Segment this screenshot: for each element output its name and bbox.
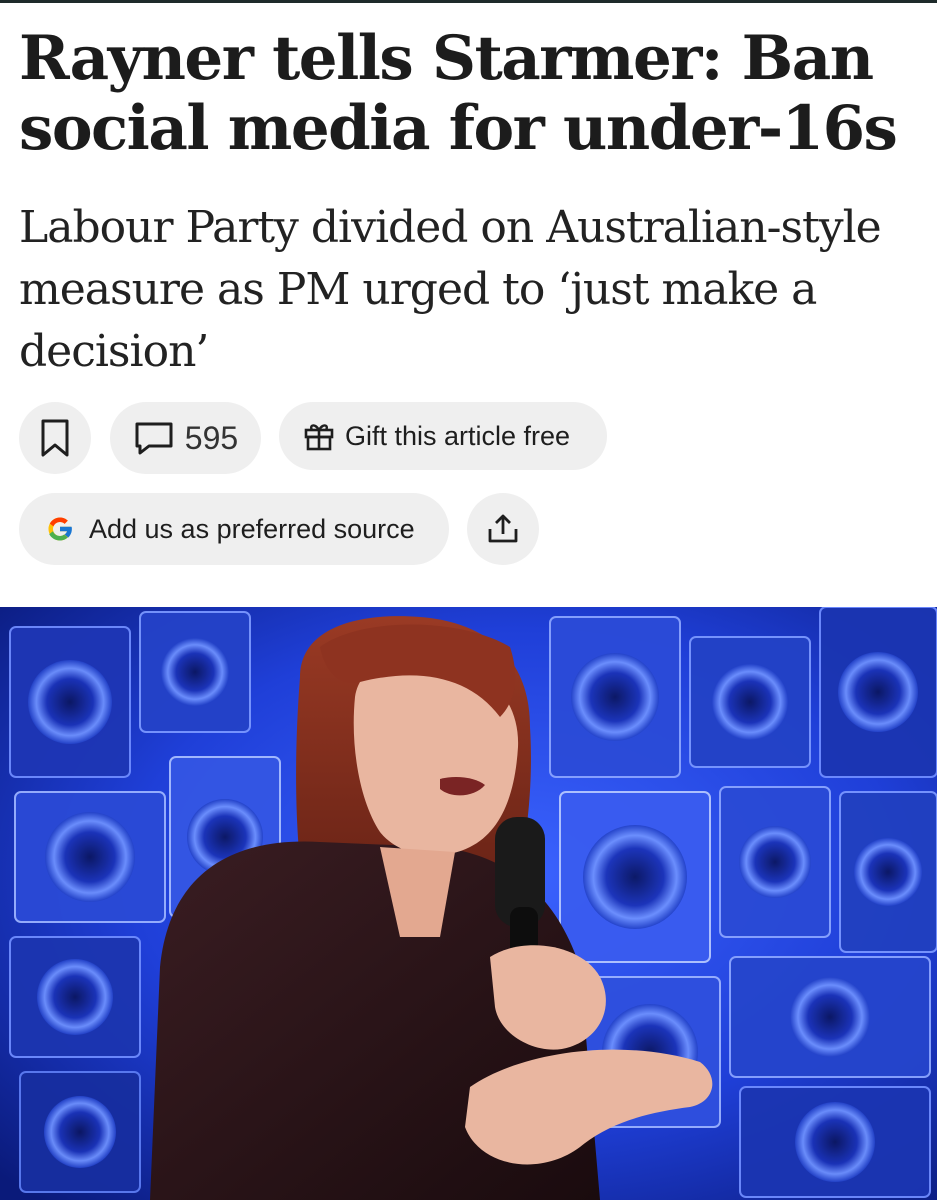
preferred-source-button[interactable]: Add us as preferred source	[19, 493, 449, 565]
comment-count: 595	[184, 419, 239, 456]
gift-article-button[interactable]: Gift this article free	[279, 402, 607, 470]
article-standfirst: Labour Party divided on Australian-style…	[19, 202, 882, 377]
gift-article-label: Gift this article free	[345, 420, 571, 451]
comments-button[interactable]: 595	[110, 402, 261, 474]
top-rule	[0, 0, 937, 3]
share-upload-icon	[486, 512, 520, 546]
google-g-icon	[45, 514, 75, 544]
article-headline: Rayner tells Starmer: Ban social media f…	[19, 23, 898, 164]
preferred-source-label: Add us as preferred source	[89, 513, 415, 544]
gift-icon	[303, 420, 335, 452]
bookmark-icon	[38, 418, 72, 458]
bookmark-button[interactable]	[19, 402, 91, 474]
share-button[interactable]	[467, 493, 539, 565]
article-hero-image	[0, 607, 937, 1200]
speech-bubble-icon	[133, 419, 175, 457]
